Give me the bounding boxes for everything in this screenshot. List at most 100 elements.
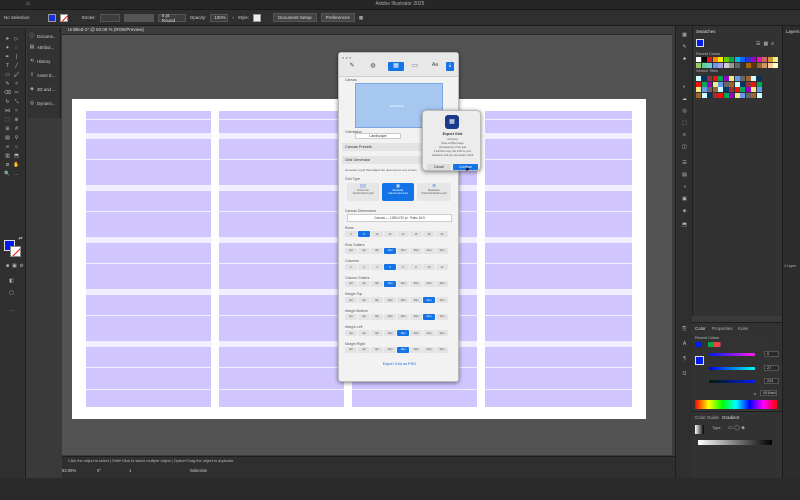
chevron-right-icon[interactable]: ›	[232, 15, 234, 20]
swatch[interactable]	[707, 92, 712, 98]
swatch[interactable]	[718, 57, 723, 62]
gradient-type-buttons[interactable]: ▭ ◯ ◈	[728, 425, 745, 431]
swatch[interactable]	[701, 76, 707, 81]
option-pill[interactable]: 16pt	[397, 330, 409, 336]
swatch[interactable]	[740, 62, 745, 68]
tab-gradient[interactable]: Gradient	[722, 415, 739, 420]
swatch[interactable]	[745, 76, 751, 81]
swatch[interactable]	[756, 87, 762, 92]
fill-swatch[interactable]	[47, 13, 56, 22]
appearance-panel-icon[interactable]: ◎	[681, 108, 688, 114]
swatch[interactable]	[773, 57, 778, 62]
option-pill[interactable]: 16pt	[397, 313, 409, 320]
swatch[interactable]	[734, 57, 740, 62]
swap-colors-icon[interactable]: ⇄	[17, 236, 24, 242]
swatch[interactable]	[729, 81, 734, 87]
swatch[interactable]	[707, 62, 712, 68]
swatch[interactable]	[707, 87, 712, 92]
swatch[interactable]	[734, 87, 740, 92]
mesh-tool-icon[interactable]: #	[13, 126, 20, 132]
swatch[interactable]	[701, 81, 707, 87]
swatch[interactable]	[767, 62, 773, 68]
more-tools-icon[interactable]: …	[13, 171, 20, 177]
zoom-level[interactable]: 83.06%	[62, 468, 76, 473]
red-slider[interactable]	[709, 353, 755, 356]
swatch[interactable]	[696, 87, 701, 92]
lasso-tool-icon[interactable]: ◌	[13, 45, 20, 51]
swatch[interactable]	[756, 57, 762, 62]
edit-toolbar-icon[interactable]: ⋯	[8, 308, 15, 314]
swatch[interactable]	[734, 92, 740, 98]
option-pill[interactable]: 16	[410, 231, 422, 237]
swatch[interactable]	[696, 57, 701, 62]
swatch[interactable]	[701, 62, 707, 68]
swatch[interactable]	[756, 81, 762, 87]
swatch[interactable]	[701, 92, 707, 98]
option-pill[interactable]: 8pt	[371, 297, 383, 303]
gradient-panel-icon[interactable]: ▤	[681, 172, 688, 178]
option-pill[interactable]: 32pt	[436, 330, 448, 336]
transform-panel-icon[interactable]: ⬚	[681, 120, 688, 126]
paragraph-panel-icon[interactable]: ¶	[681, 356, 688, 362]
option-pill[interactable]: 32pt	[436, 297, 448, 303]
panel-3d-materials[interactable]: ◈ 3D and ...	[29, 86, 56, 92]
swatch[interactable]	[734, 76, 740, 81]
eyedropper-tool-icon[interactable]: ⚲	[13, 135, 20, 141]
tab-brush-icon[interactable]: ✎	[347, 62, 357, 71]
option-pill[interactable]: 5	[384, 264, 396, 270]
hand-tool-icon[interactable]: ✋	[13, 162, 20, 168]
tab-color[interactable]: Color	[695, 326, 706, 331]
menu-icon[interactable]: ≡	[771, 41, 774, 47]
brush-select[interactable]: 5 pt. Round	[157, 13, 186, 23]
swatch[interactable]	[751, 81, 756, 87]
draw-mode-icon[interactable]: ◧	[8, 278, 15, 284]
option-pill[interactable]: 12pt	[384, 247, 396, 254]
shape-builder-tool-icon[interactable]: ⊕	[13, 117, 20, 123]
tab-kuler[interactable]: Kuler	[738, 326, 749, 331]
paintbrush-tool-icon[interactable]: 🖌	[13, 72, 20, 78]
color-panel-icon[interactable]: ◐	[681, 84, 688, 90]
option-pill[interactable]: 20pt	[410, 247, 422, 254]
hex-value[interactable]: 001bed	[760, 390, 777, 396]
option-pill[interactable]: 10	[423, 264, 435, 270]
layers-panel-icon[interactable]: ◈	[681, 208, 688, 214]
option-pill[interactable]: 20pt	[410, 297, 422, 303]
export-grid-button[interactable]: Export Grid as PNG	[347, 360, 452, 368]
artboard-tool-icon[interactable]: ⬒	[13, 153, 20, 159]
tab-palette-icon[interactable]: ◍	[368, 62, 378, 71]
option-pill[interactable]: 8pt	[371, 313, 383, 320]
swatch[interactable]	[723, 87, 729, 92]
swatch[interactable]	[696, 92, 701, 98]
swatch[interactable]	[696, 62, 701, 68]
option-pill[interactable]: 20pt	[410, 280, 422, 287]
option-pill[interactable]: 20pt	[410, 346, 422, 353]
option-pill[interactable]: 8	[358, 231, 370, 237]
swatch[interactable]	[712, 62, 718, 68]
swatch[interactable]	[756, 62, 762, 68]
swatch[interactable]	[740, 92, 745, 98]
option-pill[interactable]: 24pt	[423, 313, 435, 320]
green-slider[interactable]	[709, 367, 755, 370]
swatch[interactable]	[740, 81, 745, 87]
swatch[interactable]	[701, 57, 707, 62]
option-pill[interactable]: 16pt	[397, 280, 409, 287]
screen-mode-icon[interactable]: ▢	[8, 290, 15, 296]
swatch[interactable]	[707, 76, 712, 81]
panel-attributes[interactable]: ▤ Attribut...	[29, 44, 55, 50]
green-value[interactable]: 27	[764, 365, 779, 371]
option-pill[interactable]: 8pt	[371, 330, 383, 336]
option-pill[interactable]: 12pt	[384, 346, 396, 353]
option-pill[interactable]: 20	[436, 231, 448, 237]
option-pill[interactable]: 0pt	[345, 247, 357, 254]
option-pill[interactable]: 32pt	[436, 247, 448, 254]
color-mode-icon[interactable]: ■	[4, 263, 11, 269]
swatch[interactable]	[696, 81, 701, 87]
gradient-slider[interactable]	[698, 440, 772, 445]
scissors-tool-icon[interactable]: ✂	[13, 90, 20, 96]
selection-tool-icon[interactable]: ➤	[4, 36, 11, 42]
stroke-weight-field[interactable]	[99, 13, 120, 22]
links-panel-icon[interactable]: ⎘	[681, 326, 688, 332]
type-tool-icon[interactable]: T	[4, 63, 11, 69]
option-pill[interactable]: 0pt	[345, 330, 357, 336]
option-pill[interactable]: 0pt	[345, 346, 357, 353]
